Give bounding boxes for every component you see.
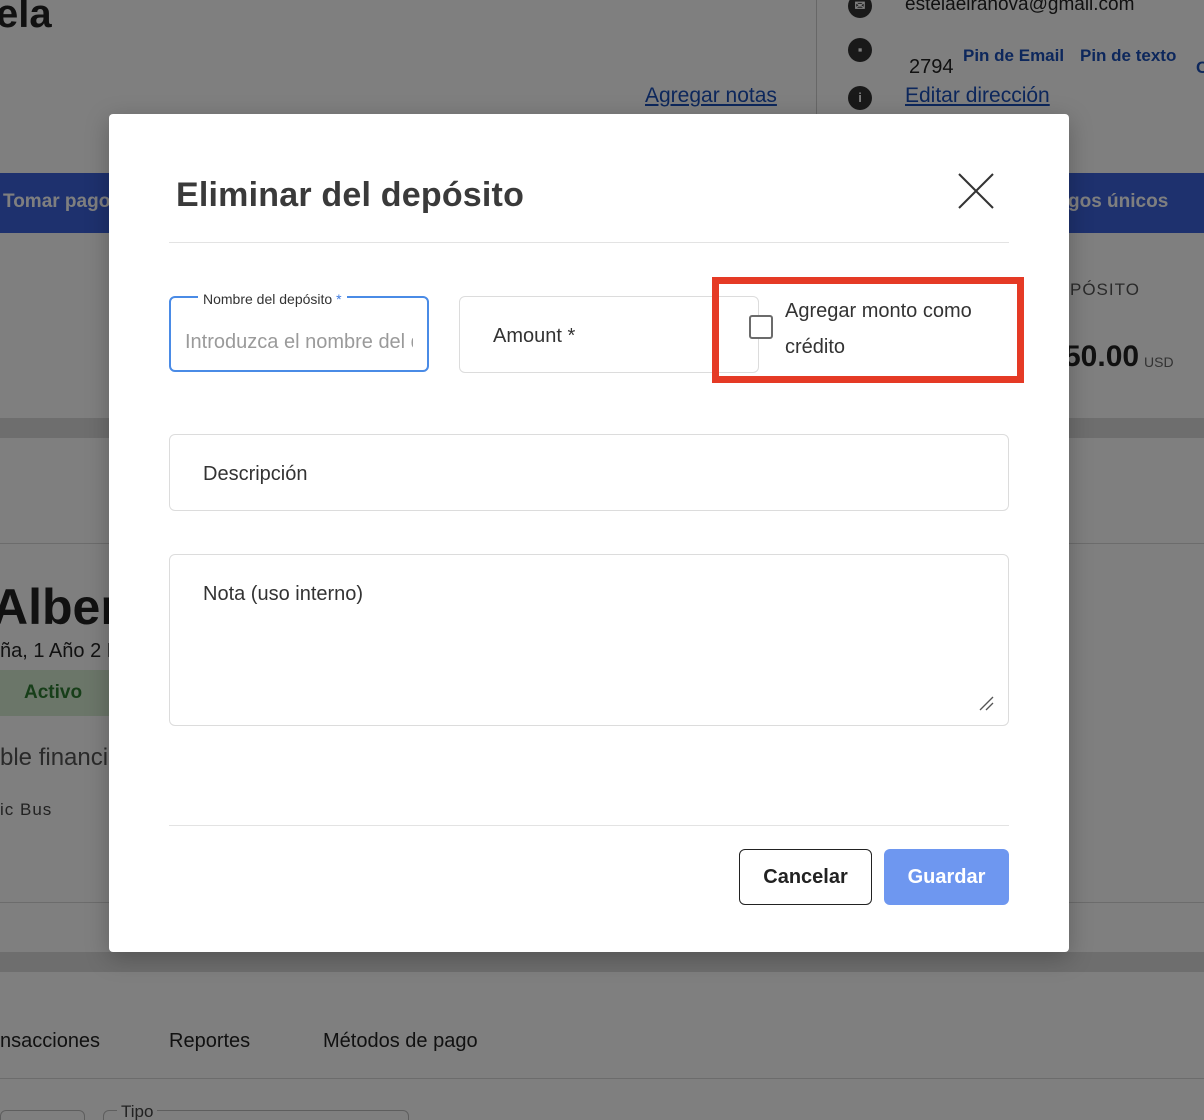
description-label: Descripción (203, 463, 308, 485)
deposit-name-label-text: Nombre del depósito (203, 291, 333, 307)
save-button[interactable]: Guardar (884, 849, 1009, 905)
modal-title: Eliminar del depósito (176, 176, 525, 214)
amount-label: Amount * (493, 325, 576, 347)
cancel-button[interactable]: Cancelar (739, 849, 872, 905)
required-mark: * (336, 291, 342, 307)
credit-checkbox[interactable] (749, 315, 773, 339)
header-divider (169, 242, 1009, 243)
description-field[interactable]: Descripción (169, 434, 1009, 511)
resize-grip-icon[interactable] (978, 695, 994, 711)
credit-checkbox-label[interactable]: Agregar monto como crédito (785, 293, 1005, 365)
deposit-name-input[interactable] (169, 296, 429, 372)
note-label: Nota (uso interno) (203, 583, 364, 605)
footer-divider (169, 825, 1009, 826)
close-icon[interactable] (955, 170, 997, 212)
note-textarea[interactable]: Nota (uso interno) (169, 554, 1009, 726)
remove-deposit-modal: Eliminar del depósito Nombre del depósit… (109, 114, 1069, 952)
deposit-name-label: Nombre del depósito * (198, 291, 347, 307)
